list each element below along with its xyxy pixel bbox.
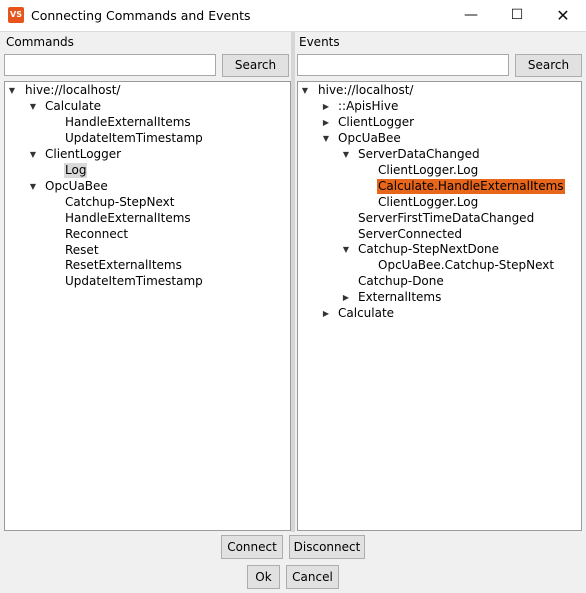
chevron-right-icon[interactable]: ▶ [321, 306, 331, 321]
panel-splitter[interactable] [291, 32, 295, 532]
chevron-right-icon[interactable]: ▶ [321, 99, 331, 114]
events-search-input[interactable] [297, 54, 509, 76]
tree-node-sdc-log1[interactable]: ClientLogger.Log [378, 163, 478, 178]
cancel-button[interactable]: Cancel [286, 565, 339, 589]
tree-node-serverdatachanged[interactable]: ServerDataChanged [358, 147, 480, 162]
chevron-down-icon[interactable]: ▼ [300, 83, 310, 98]
chevron-down-icon[interactable]: ▼ [28, 179, 38, 194]
tree-node-server-connected[interactable]: ServerConnected [358, 227, 462, 242]
tree-node-root[interactable]: hive://localhost/ [25, 83, 120, 98]
tree-node-calc-update[interactable]: UpdateItemTimestamp [65, 131, 203, 146]
connect-button[interactable]: Connect [221, 535, 283, 559]
tree-node-opc-reconnect[interactable]: Reconnect [65, 227, 128, 242]
title-bar: VS Connecting Commands and Events — ☐ ✕ [0, 0, 586, 32]
chevron-down-icon[interactable]: ▼ [341, 147, 351, 162]
disconnect-button[interactable]: Disconnect [289, 535, 365, 559]
tree-node-opc-handle[interactable]: HandleExternalItems [65, 211, 191, 226]
tree-node-root[interactable]: hive://localhost/ [318, 83, 413, 98]
chevron-right-icon[interactable]: ▶ [321, 115, 331, 130]
tree-node-calculate[interactable]: Calculate [338, 306, 394, 321]
tree-node-opc-update[interactable]: UpdateItemTimestamp [65, 274, 203, 289]
tree-node-sdc-log2[interactable]: ClientLogger.Log [378, 195, 478, 210]
tree-node-opc-reset-external[interactable]: ResetExternalItems [65, 258, 182, 273]
commands-search-input[interactable] [4, 54, 216, 76]
tree-node-sdc-calc-selected[interactable]: Calculate.HandleExternalItems [377, 179, 565, 194]
tree-node-opcuabee[interactable]: OpcUaBee [45, 179, 108, 194]
app-icon: VS [8, 7, 24, 23]
close-button[interactable]: ✕ [540, 0, 586, 31]
chevron-down-icon[interactable]: ▼ [341, 242, 351, 257]
tree-node-log-selected[interactable]: Log [64, 163, 88, 178]
ok-button[interactable]: Ok [247, 565, 280, 589]
chevron-right-icon[interactable]: ▶ [341, 290, 351, 305]
commands-label: Commands [6, 35, 74, 49]
tree-node-csnd-child[interactable]: OpcUaBee.Catchup-StepNext [378, 258, 554, 273]
events-search-button[interactable]: Search [515, 54, 582, 77]
window-title: Connecting Commands and Events [31, 8, 251, 23]
tree-node-opc-reset[interactable]: Reset [65, 243, 99, 258]
tree-node-clientlogger[interactable]: ClientLogger [45, 147, 121, 162]
chevron-down-icon[interactable]: ▼ [28, 147, 38, 162]
chevron-down-icon[interactable]: ▼ [7, 83, 17, 98]
minimize-button[interactable]: — [448, 0, 494, 31]
tree-node-external-items[interactable]: ExternalItems [358, 290, 441, 305]
maximize-button[interactable]: ☐ [494, 0, 540, 31]
tree-node-server-first[interactable]: ServerFirstTimeDataChanged [358, 211, 534, 226]
commands-search-button[interactable]: Search [222, 54, 289, 77]
chevron-down-icon[interactable]: ▼ [321, 131, 331, 146]
tree-node-calc-handle[interactable]: HandleExternalItems [65, 115, 191, 130]
chevron-down-icon[interactable]: ▼ [28, 99, 38, 114]
events-label: Events [299, 35, 340, 49]
tree-node-opc-catchup[interactable]: Catchup-StepNext [65, 195, 174, 210]
tree-node-opcuabee[interactable]: OpcUaBee [338, 131, 401, 146]
tree-node-apishive[interactable]: ::ApisHive [338, 99, 398, 114]
tree-node-clientlogger[interactable]: ClientLogger [338, 115, 414, 130]
tree-node-calculate[interactable]: Calculate [45, 99, 101, 114]
tree-node-catchup-stepnextdone[interactable]: Catchup-StepNextDone [358, 242, 499, 257]
tree-node-catchup-done[interactable]: Catchup-Done [358, 274, 444, 289]
